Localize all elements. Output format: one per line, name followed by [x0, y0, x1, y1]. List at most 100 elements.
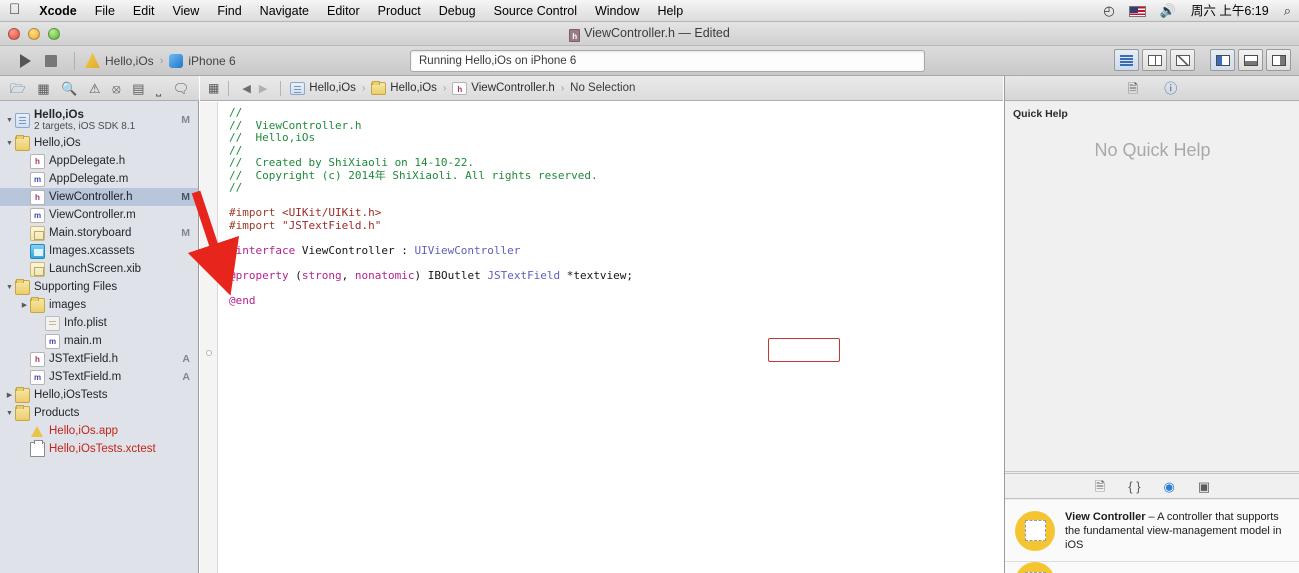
debug-navigator-icon[interactable]: ▤	[132, 82, 144, 95]
breadcrumb-file[interactable]: h ViewController.h	[452, 81, 555, 95]
code-line[interactable]: // Copyright (c) 2014年 ShiXiaoli. All ri…	[229, 169, 1003, 183]
run-button[interactable]	[12, 49, 38, 73]
navigator-toggle-button[interactable]	[1210, 49, 1235, 71]
tree-row-hello-ios-app[interactable]: Hello,iOs.app	[0, 422, 198, 440]
menu-item-edit[interactable]: Edit	[124, 0, 164, 22]
time-machine-icon[interactable]: ◴	[1095, 0, 1122, 22]
back-button[interactable]: ◀	[238, 82, 254, 95]
tree-row-info-plist[interactable]: Info.plist	[0, 314, 198, 332]
tree-row-main-m[interactable]: m main.m	[0, 332, 198, 350]
scheme-chevron-icon: ›	[159, 54, 164, 67]
file-template-library-icon[interactable]: 🗎	[1095, 480, 1105, 493]
breadcrumb-project[interactable]: Hello,iOs	[290, 81, 356, 95]
code-line[interactable]: @interface ViewController : UIViewContro…	[229, 244, 1003, 258]
volume-icon[interactable]: 🔊	[1152, 0, 1184, 22]
version-editor-button[interactable]	[1170, 49, 1195, 71]
quick-help-inspector-icon[interactable]: ⓘ	[1164, 82, 1177, 95]
stop-button[interactable]	[38, 49, 64, 73]
code-line[interactable]: // Hello,iOs	[229, 131, 1003, 145]
editor-jump-bar: ▦ ◀ ▶ Hello,iOs › Hello,iOs › h ViewCont…	[200, 76, 1003, 101]
test-navigator-icon[interactable]: ⦻	[112, 82, 121, 95]
code-text[interactable]: //// ViewController.h// Hello,iOs//// Cr…	[219, 102, 1003, 573]
menu-item-find[interactable]: Find	[208, 0, 250, 22]
tree-row-jstextfield-m[interactable]: m JSTextField.m A	[0, 368, 198, 386]
spotlight-icon[interactable]: ⌕	[1276, 0, 1299, 22]
menu-item-help[interactable]: Help	[648, 0, 692, 22]
code-line[interactable]	[229, 283, 1003, 296]
code-folding-marker[interactable]	[206, 350, 212, 356]
tree-row-label: Hello,iOsTests	[34, 389, 108, 401]
input-source-flag-icon[interactable]	[1128, 5, 1146, 17]
project-navigator-icon[interactable]: 🗁	[10, 82, 26, 95]
code-token: (	[288, 269, 302, 283]
folder-file-icon	[15, 386, 30, 403]
scm-status-badge: M	[181, 227, 190, 239]
disclosure-triangle-icon[interactable]: ▼	[4, 117, 15, 124]
tree-row-hello-iostests[interactable]: ▶ Hello,iOsTests	[0, 386, 198, 404]
menu-bar-clock[interactable]: 周六 上午6:19	[1184, 0, 1276, 22]
code-line[interactable]: @end	[229, 294, 1003, 308]
disclosure-triangle-icon[interactable]: ▶	[4, 391, 15, 399]
utilities-toggle-button[interactable]	[1266, 49, 1291, 71]
disclosure-triangle-icon[interactable]: ▶	[19, 301, 30, 309]
tree-row-project[interactable]: ▼ Hello,iOs 2 targets, iOS SDK 8.1 M	[0, 106, 198, 134]
tree-row-jstextfield-h[interactable]: h JSTextField.h A	[0, 350, 198, 368]
symbol-navigator-icon[interactable]: ▦	[37, 82, 49, 95]
code-line[interactable]: #import "JSTextField.h"	[229, 219, 1003, 233]
disclosure-triangle-icon[interactable]: ▼	[4, 410, 15, 417]
menu-item-editor[interactable]: Editor	[318, 0, 369, 22]
menu-item-window[interactable]: Window	[586, 0, 648, 22]
debug-area-toggle-button[interactable]	[1238, 49, 1263, 71]
quick-help-title: Quick Help	[1013, 108, 1068, 120]
code-line[interactable]: @property (strong, nonatomic) IBOutlet J…	[229, 269, 1003, 283]
code-token: ) IBOutlet	[414, 269, 488, 283]
library-item[interactable]: View Controller – A controller that supp…	[1005, 500, 1299, 562]
standard-editor-button[interactable]	[1114, 49, 1139, 71]
tree-row-viewcontroller-h[interactable]: h ViewController.h M	[0, 188, 198, 206]
tree-row-hello-iostests-xctest[interactable]: Hello,iOsTests.xctest	[0, 439, 198, 458]
menu-item-navigate[interactable]: Navigate	[251, 0, 318, 22]
breadcrumb-group[interactable]: Hello,iOs	[371, 80, 437, 95]
find-navigator-icon[interactable]: 🔍	[61, 82, 77, 95]
code-line[interactable]: //	[229, 182, 1003, 195]
object-library-icon[interactable]: ◉	[1164, 480, 1175, 493]
disclosure-triangle-icon[interactable]: ▼	[4, 284, 15, 291]
tree-row-hello-ios[interactable]: ▼ Hello,iOs	[0, 134, 198, 152]
menu-item-debug[interactable]: Debug	[430, 0, 485, 22]
tree-row-images-xcassets[interactable]: Images.xcassets	[0, 242, 198, 260]
tree-row-main-storyboard[interactable]: Main.storyboard M	[0, 224, 198, 242]
menu-item-file[interactable]: File	[86, 0, 124, 22]
report-navigator-icon[interactable]: 🗨	[173, 82, 190, 95]
code-token: //	[229, 181, 243, 195]
navigator-tree: ▼ Hello,iOs 2 targets, iOS SDK 8.1 M ▼ He…	[0, 101, 198, 458]
menu-item-source-control[interactable]: Source Control	[485, 0, 586, 22]
tree-row-appdelegate-m[interactable]: m AppDelegate.m	[0, 170, 198, 188]
file-inspector-icon[interactable]: 🗎	[1128, 82, 1138, 95]
issue-navigator-icon[interactable]: ⚠	[89, 82, 101, 95]
assistant-editor-button[interactable]	[1142, 49, 1167, 71]
apple-menu-icon[interactable]: 	[9, 2, 20, 17]
menu-item-view[interactable]: View	[163, 0, 208, 22]
breadcrumb-selection[interactable]: No Selection	[570, 82, 635, 94]
tree-row-products[interactable]: ▼ Products	[0, 404, 198, 422]
related-items-icon[interactable]: ▦	[208, 81, 219, 95]
tree-row-viewcontroller-m[interactable]: m ViewController.m	[0, 206, 198, 224]
code-line[interactable]: // ViewController.h	[229, 119, 1003, 133]
menu-item-product[interactable]: Product	[369, 0, 430, 22]
code-snippet-library-icon[interactable]: { }	[1128, 480, 1140, 493]
media-library-icon[interactable]: ▣	[1198, 480, 1210, 493]
breakpoint-navigator-icon[interactable]: ⎵	[156, 82, 161, 95]
menu-item-xcode[interactable]: Xcode	[30, 0, 86, 22]
tree-row-supporting-files[interactable]: ▼ Supporting Files	[0, 278, 198, 296]
tree-row-launchscreen-xib[interactable]: LaunchScreen.xib	[0, 260, 198, 278]
disclosure-triangle-icon[interactable]: ▼	[4, 140, 15, 147]
library-item-partial[interactable]	[1005, 562, 1299, 573]
object-library-list[interactable]: View Controller – A controller that supp…	[1005, 500, 1299, 573]
tree-row-appdelegate-h[interactable]: h AppDelegate.h	[0, 152, 198, 170]
tree-row-images[interactable]: ▶ images	[0, 296, 198, 314]
impl-file-icon: m	[30, 171, 45, 187]
scheme-selector[interactable]: Hello,iOs › iPhone 6	[85, 53, 236, 68]
destination-name: iPhone 6	[188, 53, 236, 68]
menu-bar-status-items: ◴ 🔊 周六 上午6:19 ⌕	[1095, 0, 1299, 22]
forward-button[interactable]: ▶	[255, 82, 271, 95]
